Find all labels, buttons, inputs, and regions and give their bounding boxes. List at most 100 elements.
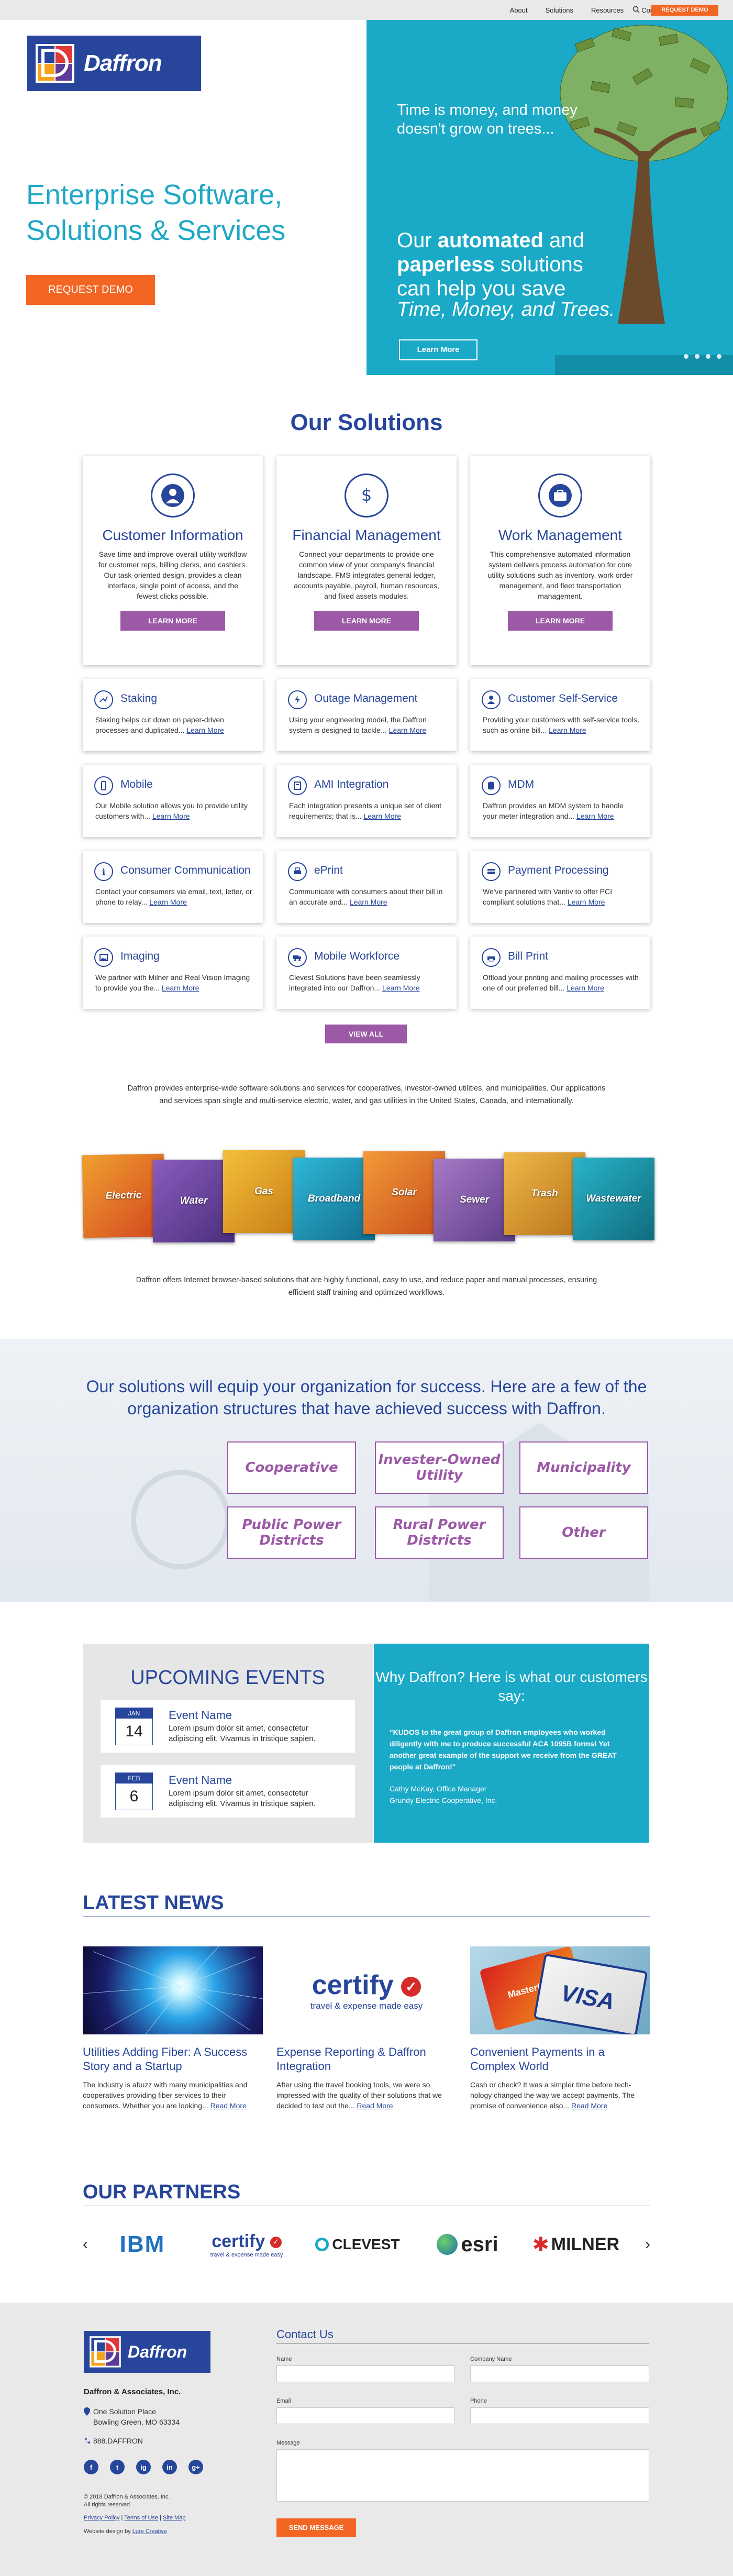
solution-card-consumer-communication[interactable]: i Consumer Communication Contact your cons… bbox=[83, 851, 263, 923]
name-field[interactable] bbox=[276, 2365, 454, 2382]
certify-image[interactable]: certify ✓ travel & expense made easy bbox=[276, 1946, 457, 2034]
phone-field[interactable] bbox=[470, 2407, 649, 2424]
learn-more-link[interactable]: Learn More bbox=[568, 898, 605, 906]
search-icon[interactable] bbox=[632, 6, 640, 13]
company-field[interactable] bbox=[470, 2365, 649, 2382]
twitter-icon[interactable]: t bbox=[110, 2460, 125, 2474]
learn-more-link[interactable]: Learn More bbox=[549, 726, 586, 734]
news-headline[interactable]: Expense Reporting & Daffron Integration bbox=[276, 2045, 457, 2073]
privacy-policy-link[interactable]: Privacy Policy bbox=[84, 2515, 119, 2521]
email-field[interactable] bbox=[276, 2407, 454, 2424]
solution-card-imaging[interactable]: Imaging We partner with Milner and Real V… bbox=[83, 937, 263, 1009]
partner-logo-milner[interactable]: ✱ MILNER bbox=[529, 2230, 623, 2259]
credit-cards-image[interactable]: MasterCard VISA bbox=[470, 1946, 650, 2034]
nav-solutions[interactable]: Solutions bbox=[546, 6, 573, 14]
card-title: Customer Self-Service bbox=[508, 692, 618, 704]
solution-card-payment-processing[interactable]: Payment Processing We've partnered with V… bbox=[470, 851, 650, 923]
read-more-link[interactable]: Read More bbox=[571, 2101, 607, 2110]
solution-card-mobile-workforce[interactable]: Mobile Workforce Clevest Solutions have b… bbox=[276, 937, 457, 1009]
solution-card-bill-print[interactable]: Bill Print Offload your printing and mail… bbox=[470, 937, 650, 1009]
chevron-right-icon[interactable]: › bbox=[645, 2236, 650, 2253]
facebook-icon[interactable]: f bbox=[84, 2460, 98, 2474]
solution-card-outage-management[interactable]: Outage Management Using your engineering … bbox=[276, 679, 457, 751]
learn-more-link[interactable]: Learn More bbox=[389, 726, 427, 734]
learn-more-link[interactable]: Learn More bbox=[350, 898, 387, 906]
event-item[interactable]: FEB 6 Event Name Lorem ipsum dolor sit am… bbox=[101, 1765, 355, 1818]
nav-resources[interactable]: Resources bbox=[591, 6, 624, 14]
news-headline[interactable]: Convenient Payments in a Complex World bbox=[470, 2045, 650, 2073]
solution-card-mobile[interactable]: Mobile Our Mobile solution allows you to … bbox=[83, 765, 263, 837]
solution-card-financial-management[interactable]: $ Financial Management Connect your depa… bbox=[276, 456, 457, 665]
partner-logo-certify[interactable]: certify ✓ travel & expense made easy bbox=[202, 2230, 291, 2259]
logo-wordmark: Daffron bbox=[84, 50, 162, 76]
org-public-power-districts[interactable]: Public Power Districts bbox=[227, 1506, 356, 1559]
solution-card-work-management[interactable]: Work Management This comprehensive autom… bbox=[470, 456, 650, 665]
industry-tile-water[interactable]: Water bbox=[153, 1160, 235, 1242]
partner-logo-ibm[interactable]: IBM bbox=[111, 2230, 174, 2259]
nav-about[interactable]: About bbox=[510, 6, 528, 14]
company-phone[interactable]: 888.DAFFRON bbox=[93, 2437, 143, 2445]
linkedin-icon[interactable]: in bbox=[162, 2460, 177, 2474]
learn-more-button[interactable]: LEARN MORE bbox=[120, 611, 225, 631]
terms-of-use-link[interactable]: Terms of Use bbox=[124, 2515, 158, 2521]
hero-learn-more-button[interactable]: Learn More bbox=[399, 339, 477, 360]
org-rural-power-districts[interactable]: Rural Power Districts bbox=[375, 1506, 504, 1559]
solution-card-customer-information[interactable]: Customer Information Save time and impro… bbox=[83, 456, 263, 665]
view-all-button[interactable]: VIEW ALL bbox=[325, 1025, 407, 1043]
org-cooperative[interactable]: Cooperative bbox=[227, 1441, 356, 1494]
hero-request-demo-button[interactable]: REQUEST DEMO bbox=[26, 275, 155, 305]
fiber-optic-image[interactable] bbox=[83, 1946, 263, 2034]
learn-more-link[interactable]: Learn More bbox=[576, 812, 614, 820]
event-item[interactable]: JAN 14 Event Name Lorem ipsum dolor sit a… bbox=[101, 1700, 355, 1753]
slider-dot[interactable] bbox=[684, 354, 688, 359]
footer-daffron-logo[interactable]: Daffron bbox=[84, 2331, 210, 2373]
learn-more-link[interactable]: Learn More bbox=[363, 812, 401, 820]
card-text: Communicate with consumers about their b… bbox=[289, 886, 446, 907]
partner-logo-esri[interactable]: esri bbox=[428, 2230, 507, 2259]
org-other[interactable]: Other bbox=[519, 1506, 648, 1559]
slider-dot[interactable] bbox=[717, 354, 721, 359]
news-item[interactable]: MasterCard VISA Convenient Payments in a… bbox=[470, 1946, 650, 2111]
google-plus-icon[interactable]: g+ bbox=[188, 2460, 203, 2474]
learn-more-link[interactable]: Learn More bbox=[567, 984, 604, 992]
card-title: AMI Integration bbox=[314, 778, 389, 790]
industry-tile-wastewater[interactable]: Wastewater bbox=[573, 1158, 654, 1240]
news-item[interactable]: Utilities Adding Fiber: A Success Story … bbox=[83, 1946, 263, 2111]
solution-card-customer-self-service[interactable]: Customer Self-Service Providing your cust… bbox=[470, 679, 650, 751]
chevron-left-icon[interactable]: ‹ bbox=[83, 2236, 88, 2253]
message-field[interactable] bbox=[276, 2449, 649, 2502]
instagram-icon[interactable]: ig bbox=[136, 2460, 151, 2474]
news-headline[interactable]: Utilities Adding Fiber: A Success Story … bbox=[83, 2045, 263, 2073]
partners-title: OUR PARTNERS bbox=[83, 2181, 650, 2206]
industry-tile-broadband[interactable]: Broadband bbox=[293, 1158, 375, 1240]
learn-more-link[interactable]: Learn More bbox=[162, 984, 199, 992]
slider-dot[interactable] bbox=[706, 354, 710, 359]
partner-logo-clevest[interactable]: CLEVEST bbox=[313, 2230, 402, 2259]
learn-more-link[interactable]: Learn More bbox=[152, 812, 190, 820]
org-investor-owned-utility[interactable]: Invester-Owned Utility bbox=[375, 1441, 504, 1494]
card-text: Clevest Solutions have been seamlessly i… bbox=[289, 972, 446, 993]
solution-card-mdm[interactable]: MDM Daffron provides an MDM system to han… bbox=[470, 765, 650, 837]
lure-creative-link[interactable]: Lure Creative bbox=[132, 2528, 167, 2535]
solution-card-staking[interactable]: Staking Staking helps cut down on paper-d… bbox=[83, 679, 263, 751]
send-message-button[interactable]: SEND MESSAGE bbox=[276, 2518, 356, 2537]
read-more-link[interactable]: Read More bbox=[210, 2101, 247, 2110]
industry-tile-sewer[interactable]: Sewer bbox=[434, 1159, 515, 1241]
learn-more-button[interactable]: LEARN MORE bbox=[314, 611, 419, 631]
learn-more-link[interactable]: Learn More bbox=[186, 726, 224, 734]
news-item[interactable]: certify ✓ travel & expense made easy Exp… bbox=[276, 1946, 457, 2111]
industry-tile-solar[interactable]: Solar bbox=[363, 1151, 445, 1234]
org-municipality[interactable]: Municipality bbox=[519, 1441, 648, 1494]
industry-tile-gas[interactable]: Gas bbox=[223, 1150, 305, 1233]
solution-card-eprint[interactable]: ePrint Communicate with consumers about t… bbox=[276, 851, 457, 923]
testimonial-quote: "KUDOS to the great group of Daffron emp… bbox=[390, 1728, 617, 1771]
daffron-logo[interactable]: Daffron bbox=[27, 36, 201, 91]
slider-dot[interactable] bbox=[695, 354, 699, 359]
site-map-link[interactable]: Site Map bbox=[163, 2515, 185, 2521]
learn-more-button[interactable]: LEARN MORE bbox=[508, 611, 613, 631]
learn-more-link[interactable]: Learn More bbox=[382, 984, 420, 992]
read-more-link[interactable]: Read More bbox=[357, 2101, 393, 2110]
nav-request-demo-button[interactable]: REQUEST DEMO bbox=[651, 5, 718, 16]
solution-card-ami-integration[interactable]: AMI Integration Each integration presents… bbox=[276, 765, 457, 837]
learn-more-link[interactable]: Learn More bbox=[149, 898, 187, 906]
